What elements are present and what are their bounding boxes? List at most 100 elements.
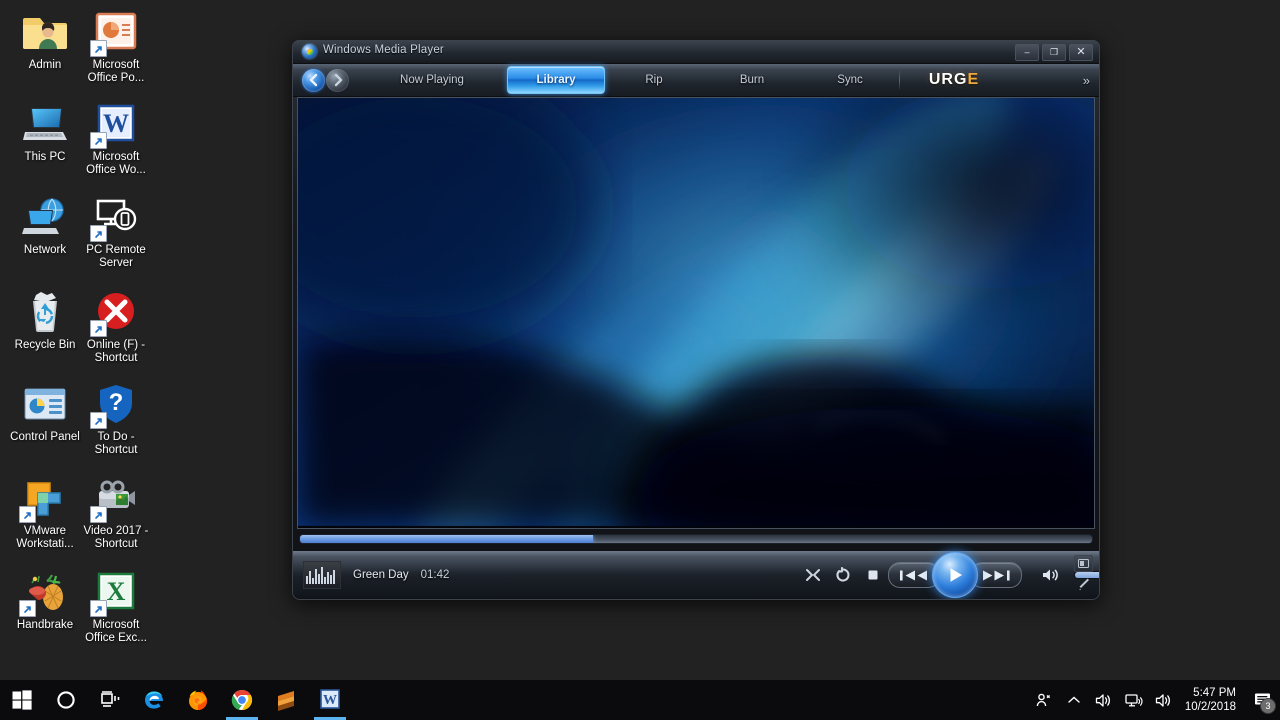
chrome-icon [230,688,254,712]
wmp-logo-icon [302,44,317,59]
remote-server-icon [92,193,140,241]
word-icon: W [319,689,341,711]
desktop-icon-video-2017[interactable]: Video 2017 - Shortcut [79,474,153,551]
windows-logo-icon [12,690,32,710]
shortcut-badge-icon [90,132,107,149]
network-icon[interactable] [1119,680,1149,720]
svg-text:X: X [107,577,126,606]
task-view-button[interactable] [88,680,132,720]
word-icon: W [92,100,140,148]
urge-label-accent: E [967,71,979,89]
minimize-button[interactable]: – [1015,44,1039,61]
desktop-icon-label: Microsoft Office Wo... [78,151,154,177]
sublime-text-icon [275,689,297,711]
shortcut-badge-icon [90,506,107,523]
tab-rip[interactable]: Rip [605,64,703,96]
word-button[interactable]: W [308,680,352,720]
urge-label-prefix: URG [929,71,968,89]
album-art-visualization[interactable] [297,97,1095,529]
back-arrow-icon[interactable] [302,69,325,92]
edge-button[interactable] [132,680,176,720]
edge-icon [142,688,166,712]
chrome-button[interactable] [220,680,264,720]
seek-bar-container[interactable] [299,532,1093,546]
maximize-button[interactable]: ❐ [1042,44,1066,61]
equalizer-bars-icon [306,567,335,584]
resize-grip-icon[interactable] [1076,577,1093,592]
task-view-icon [99,690,121,710]
shortcut-badge-icon [90,600,107,617]
taskbar[interactable]: W [0,680,1280,720]
tab-burn[interactable]: Burn [703,64,801,96]
tab-library[interactable]: Library [507,66,605,94]
forward-arrow-icon[interactable] [326,69,349,92]
action-center-button[interactable]: 3 [1246,680,1280,720]
shortcut-badge-icon [19,506,36,523]
close-button[interactable]: ✕ [1069,44,1093,61]
volume-icon-2[interactable] [1149,680,1179,720]
people-icon[interactable] [1029,680,1059,720]
play-icon[interactable] [932,552,978,598]
volume-icon[interactable] [1089,680,1119,720]
svg-text:?: ? [109,389,124,416]
desktop-icon-excel[interactable]: X Microsoft Office Exc... [79,568,153,645]
player-control-bar: Green Day 01:42 [293,551,1099,599]
shuffle-icon[interactable] [798,562,828,588]
desktop-icon-word[interactable]: W Microsoft Office Wo... [79,100,153,177]
desktop-icon-label: Admin [7,59,83,72]
vmware-icon [21,474,69,522]
transport-controls [798,555,1100,595]
firefox-button[interactable] [176,680,220,720]
desktop-icon-to-do[interactable]: ? To Do - Shortcut [79,380,153,457]
shortcut-badge-icon [90,412,107,429]
desktop-icon-label: Microsoft Office Exc... [78,619,154,645]
handbrake-pineapple-icon [21,568,69,616]
tab-sync[interactable]: Sync [801,64,899,96]
start-button[interactable] [0,680,44,720]
desktop-icon-this-pc[interactable]: This PC [8,100,82,164]
desktop-icon-handbrake[interactable]: Handbrake [8,568,82,632]
desktop-icon-recycle-bin[interactable]: Recycle Bin [8,288,82,352]
clock[interactable]: 5:47 PM 10/2/2018 [1179,686,1246,714]
speaker-icon[interactable] [1036,562,1066,588]
chevron-right-overflow-icon[interactable]: » [1083,73,1090,88]
desktop-icon-label: Online (F) - Shortcut [78,339,154,365]
desktop-icon-powerpoint[interactable]: Microsoft Office Po... [79,8,153,85]
desktop-icon-admin[interactable]: Admin [8,8,82,72]
tab-urge[interactable]: URGE [899,64,1009,96]
repeat-icon[interactable] [828,562,858,588]
windows-media-player-window[interactable]: Windows Media Player – ❐ ✕ Now Playing L… [292,40,1100,600]
album-art-thumbnail[interactable] [303,561,341,589]
tab-now-playing[interactable]: Now Playing [357,64,507,96]
show-hidden-icons-chevron[interactable] [1059,680,1089,720]
desktop-icon-online-f[interactable]: Online (F) - Shortcut [79,288,153,365]
desktop-icon-label: PC Remote Server [78,244,154,270]
desktop-icon-label: Control Panel [7,431,83,444]
red-x-icon [92,288,140,336]
sublime-button[interactable] [264,680,308,720]
network-icon [21,193,69,241]
shortcut-badge-icon [90,320,107,337]
stop-icon[interactable] [858,562,888,588]
desktop-icon-network[interactable]: Network [8,193,82,257]
desktop-icon-label: VMware Workstati... [7,525,83,551]
track-time: 01:42 [421,569,450,581]
desktop-icon-label: Network [7,244,83,257]
clock-date: 10/2/2018 [1185,700,1236,714]
now-playing-info: Green Day 01:42 [303,561,449,589]
question-shield-icon: ? [92,380,140,428]
user-folder-icon [21,8,69,56]
switch-to-skin-mode-icon[interactable] [1074,555,1093,572]
svg-text:W: W [323,693,337,708]
recycle-bin-icon [21,288,69,336]
desktop-icon-vmware[interactable]: VMware Workstati... [8,474,82,551]
desktop-icon-pc-remote-server[interactable]: PC Remote Server [79,193,153,270]
title-bar[interactable]: Windows Media Player – ❐ ✕ [293,41,1099,64]
seek-slider[interactable] [299,534,1093,544]
window-title: Windows Media Player [323,44,444,56]
desktop-icon-control-panel[interactable]: Control Panel [8,380,82,444]
desktop-icon-label: Microsoft Office Po... [78,59,154,85]
cortana-button[interactable] [44,680,88,720]
shortcut-badge-icon [19,600,36,617]
cortana-circle-icon [56,690,76,710]
